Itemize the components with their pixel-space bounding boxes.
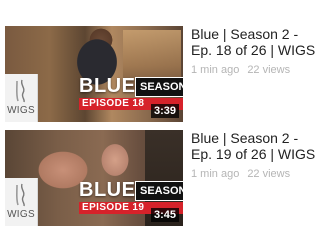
- wigs-logo-icon: [15, 183, 25, 207]
- video-meta: 1 min ago 22 views: [191, 63, 321, 77]
- view-count: 22 views: [247, 64, 291, 76]
- wigs-logo: WIGS: [5, 178, 38, 226]
- show-title: BLUE: [79, 179, 136, 201]
- duration-badge: 3:39: [150, 104, 179, 118]
- video-thumbnail[interactable]: WIGS BLUE SEASON 2 EPISODE 19 3:45: [5, 130, 183, 226]
- video-info: Blue | Season 2 - Ep. 19 of 26 | WIGS 1 …: [191, 130, 321, 181]
- logo-text: WIGS: [7, 209, 35, 220]
- video-title-link[interactable]: Blue | Season 2 - Ep. 19 of 26 | WIGS: [191, 130, 321, 162]
- episode-label: EPISODE 18: [82, 98, 145, 109]
- upload-time: 1 min ago: [191, 64, 240, 76]
- video-info: Blue | Season 2 - Ep. 18 of 26 | WIGS 1 …: [191, 26, 321, 77]
- video-title-link[interactable]: Blue | Season 2 - Ep. 18 of 26 | WIGS: [191, 26, 321, 58]
- season-tag: SEASON 2: [135, 181, 183, 201]
- wigs-logo-icon: [15, 79, 25, 103]
- season-tag: SEASON 2: [135, 77, 183, 97]
- video-list-item[interactable]: WIGS BLUE SEASON 2 EPISODE 18 3:39 Blue …: [5, 26, 321, 122]
- show-title: BLUE: [79, 75, 136, 97]
- view-count: 22 views: [247, 168, 291, 180]
- video-list: WIGS BLUE SEASON 2 EPISODE 18 3:39 Blue …: [0, 0, 325, 243]
- video-thumbnail[interactable]: WIGS BLUE SEASON 2 EPISODE 18 3:39: [5, 26, 183, 122]
- episode-label: EPISODE 19: [82, 202, 145, 213]
- duration-badge: 3:45: [150, 208, 179, 222]
- video-meta: 1 min ago 22 views: [191, 167, 321, 181]
- video-list-item[interactable]: WIGS BLUE SEASON 2 EPISODE 19 3:45 Blue …: [5, 130, 321, 226]
- wigs-logo: WIGS: [5, 74, 38, 122]
- upload-time: 1 min ago: [191, 168, 240, 180]
- logo-text: WIGS: [7, 105, 35, 116]
